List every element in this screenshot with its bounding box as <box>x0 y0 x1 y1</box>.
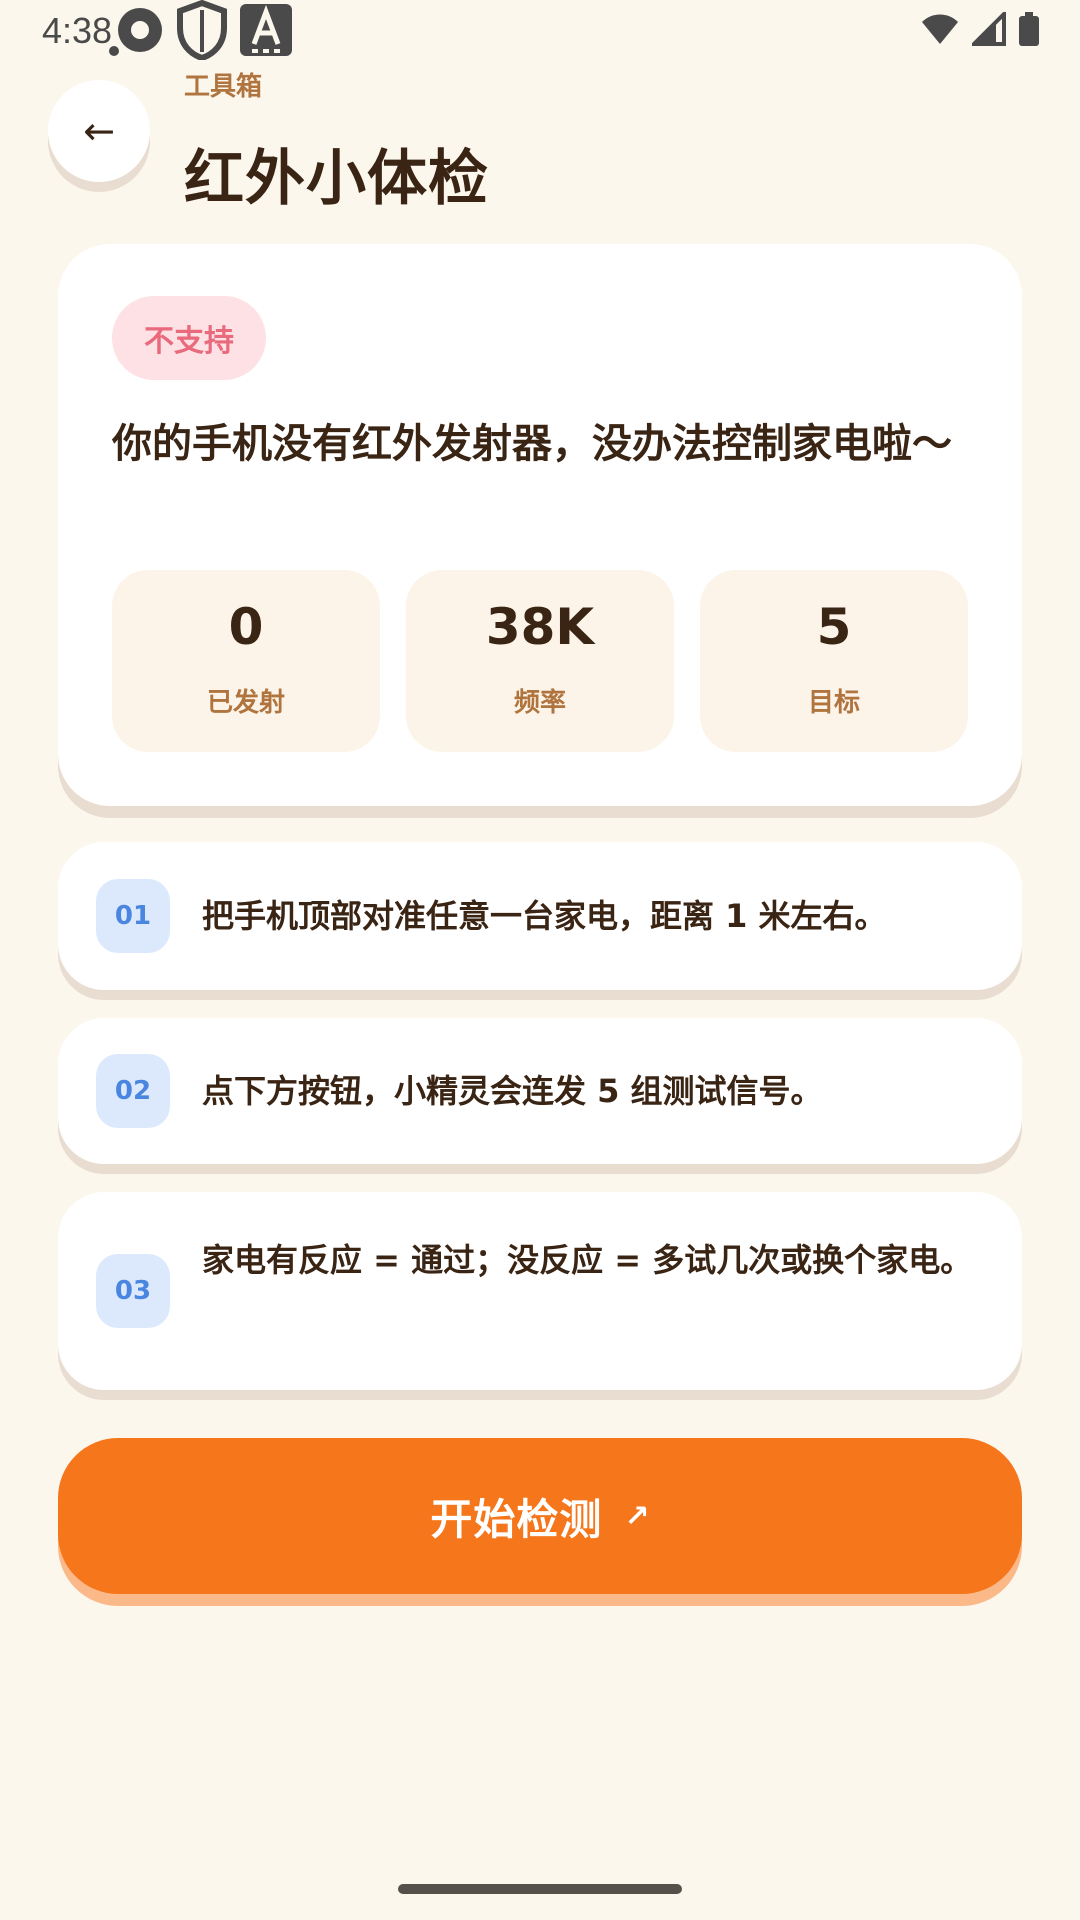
keyboard-a-icon <box>240 4 292 56</box>
step-number: 01 <box>96 879 170 953</box>
shield-icon <box>177 0 227 60</box>
stat-label: 频率 <box>513 688 566 718</box>
stat-tile-frequency: 38K 频率 <box>406 570 674 752</box>
wifi-icon <box>922 14 958 44</box>
status-card: 不支持 你的手机没有红外发射器，没办法控制家电啦～ 0 已发射 38K 频率 5… <box>58 244 1022 806</box>
page-title: 红外小体检 <box>184 144 489 214</box>
status-badge: 不支持 <box>112 296 266 380</box>
step-card-2: 02 点下方按钮，小精灵会连发 5 组测试信号。 <box>58 1018 1022 1164</box>
stat-value: 0 <box>228 598 264 656</box>
cellular-signal-icon <box>972 12 1006 46</box>
stat-value: 38K <box>485 598 595 656</box>
stat-label: 目标 <box>807 688 860 718</box>
arrow-up-right-icon: ↗ <box>624 1498 650 1534</box>
status-time: 4:38 <box>42 10 113 51</box>
home-indicator[interactable] <box>398 1884 682 1894</box>
stat-tile-target: 5 目标 <box>700 570 968 752</box>
status-bar: 4:38 <box>0 0 1080 60</box>
stat-value: 5 <box>816 598 852 656</box>
status-message: 你的手机没有红外发射器，没办法控制家电啦～ <box>112 421 952 467</box>
back-button[interactable]: ← <box>48 80 150 182</box>
battery-icon <box>1019 12 1039 46</box>
step-card-1: 01 把手机顶部对准任意一台家电，距离 1 米左右。 <box>58 842 1022 990</box>
step-text: 家电有反应 = 通过；没反应 = 多试几次或换个家电。 <box>202 1241 973 1279</box>
stats-row: 0 已发射 38K 频率 5 目标 <box>112 570 968 752</box>
step-card-3: 03 家电有反应 = 通过；没反应 = 多试几次或换个家电。 <box>58 1192 1022 1390</box>
step-text: 把手机顶部对准任意一台家电，距离 1 米左右。 <box>202 897 887 935</box>
system-icons <box>920 12 1040 46</box>
step-number: 03 <box>96 1254 170 1328</box>
stat-tile-sent: 0 已发射 <box>112 570 380 752</box>
step-number: 02 <box>96 1054 170 1128</box>
stat-label: 已发射 <box>206 688 285 718</box>
back-arrow-icon: ← <box>83 109 115 153</box>
breadcrumb: 工具箱 <box>184 72 263 102</box>
notification-icons <box>108 0 294 60</box>
start-button-label: 开始检测 <box>430 1494 603 1544</box>
step-text: 点下方按钮，小精灵会连发 5 组测试信号。 <box>202 1072 823 1110</box>
record-icon <box>109 8 162 56</box>
start-detection-button[interactable]: 开始检测 ↗ <box>58 1438 1022 1594</box>
